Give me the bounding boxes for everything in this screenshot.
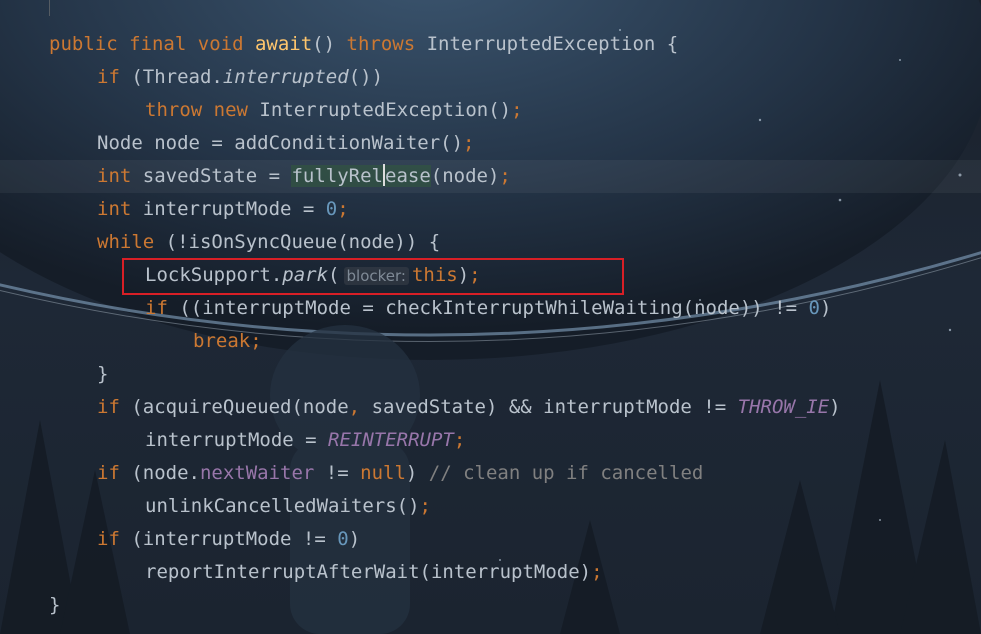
code-token: ) (348, 528, 361, 550)
code-token: () (312, 33, 347, 55)
code-editor[interactable]: public final void await() throws Interru… (0, 0, 981, 634)
code-token: 0 (325, 198, 338, 220)
code-line[interactable]: if (node.nextWaiter != null) // clean up… (0, 457, 981, 490)
code-token: int (97, 198, 132, 220)
code-line[interactable]: while (!isOnSyncQueue(node)) { (0, 226, 981, 259)
indent-guide (49, 0, 50, 16)
code-token: } (97, 363, 109, 385)
code-token: int (97, 165, 132, 187)
code-token: throws (346, 33, 416, 55)
code-token: if (145, 297, 168, 319)
code-token: ease (385, 165, 431, 187)
code-token: (interruptMode != (119, 528, 338, 550)
code-line[interactable]: if (acquireQueued(node, savedState) && i… (0, 391, 981, 424)
code-token: 0 (808, 297, 820, 319)
code-token: } (49, 594, 61, 616)
code-line[interactable]: throw new InterruptedException(); (0, 94, 981, 127)
code-line[interactable]: int savedState = fullyRel ease(node); (0, 160, 981, 193)
code-token: REINTERRUPT (328, 429, 454, 451)
code-token: (!isOnSyncQueue(node)) { (154, 231, 441, 253)
code-line[interactable]: break; (0, 325, 981, 358)
code-token: ; (463, 132, 475, 154)
code-token: new (213, 99, 248, 121)
code-token: ; (419, 495, 431, 517)
code-token: break (193, 330, 251, 352)
code-token: (Thread. (119, 66, 223, 88)
code-line[interactable]: } (0, 589, 981, 622)
code-token: if (97, 462, 120, 484)
code-token: if (97, 396, 120, 418)
code-token: InterruptedException { (415, 33, 679, 55)
code-token: interruptMode = (131, 198, 326, 220)
code-line[interactable]: public final void await() throws Interru… (0, 28, 981, 61)
code-token: ; (250, 330, 262, 352)
code-line[interactable]: interruptMode = REINTERRUPT; (0, 424, 981, 457)
code-token: await (254, 33, 313, 55)
code-token: 0 (337, 528, 349, 550)
code-token: if (97, 66, 120, 88)
code-token: void (197, 33, 244, 55)
code-token: if (97, 528, 120, 550)
code-token: interruptMode = (145, 429, 329, 451)
code-token: ) (405, 462, 429, 484)
code-token: savedState = (131, 165, 292, 187)
code-token: ; (511, 99, 523, 121)
code-token: savedState) && interruptMode != (360, 396, 738, 418)
code-token: , (348, 396, 361, 418)
code-token: != (314, 462, 361, 484)
code-token: final (129, 33, 187, 55)
code-token: InterruptedException() (247, 99, 512, 121)
code-line[interactable]: if (Thread.interrupted()) (0, 61, 981, 94)
code-line[interactable]: unlinkCancelledWaiters(); (0, 490, 981, 523)
code-token: THROW_IE (737, 396, 830, 418)
code-token: nextWaiter (199, 462, 315, 484)
code-token: unlinkCancelledWaiters() (145, 495, 420, 517)
code-token: fullyRel (291, 165, 383, 187)
code-line[interactable]: if ((interruptMode = checkInterruptWhile… (0, 292, 981, 325)
code-token: Node node = addConditionWaiter() (97, 132, 464, 154)
code-token: ((interruptMode = checkInterruptWhileWai… (167, 297, 809, 319)
code-token: interrupted (222, 66, 349, 88)
code-token: ) (819, 297, 832, 319)
code-token: ; (337, 198, 349, 220)
code-token: (node. (119, 462, 200, 484)
code-token: public (49, 33, 118, 55)
code-line[interactable]: } (0, 358, 981, 391)
code-token: while (97, 231, 155, 253)
code-token: ; (453, 429, 466, 451)
code-token: ()) (348, 66, 384, 88)
code-token: ; (591, 561, 603, 583)
code-token: null (360, 462, 406, 484)
code-token: reportInterruptAfterWait(interruptMode) (145, 561, 592, 583)
highlight-annotation-box (122, 258, 624, 295)
code-token: (node) (430, 165, 500, 187)
code-token: throw (145, 99, 203, 121)
code-line[interactable]: Node node = addConditionWaiter(); (0, 127, 981, 160)
code-token: (acquireQueued(node (119, 396, 349, 418)
code-line[interactable]: reportInterruptAfterWait(interruptMode); (0, 556, 981, 589)
code-token: ; (499, 165, 511, 187)
code-token: ) (829, 396, 841, 418)
code-token: // clean up if cancelled (428, 462, 704, 484)
code-line[interactable]: if (interruptMode != 0) (0, 523, 981, 556)
code-line[interactable]: int interruptMode = 0; (0, 193, 981, 226)
